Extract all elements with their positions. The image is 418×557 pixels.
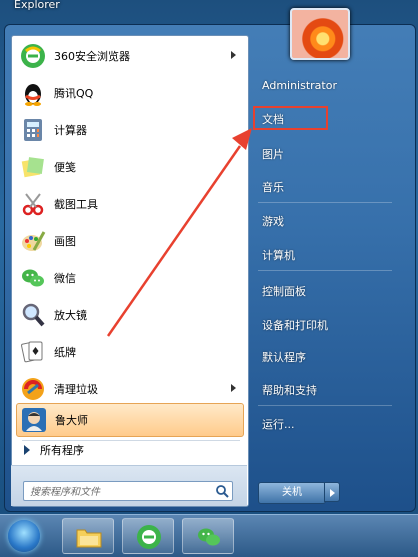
taskbar-360-browser-button[interactable]	[122, 518, 174, 554]
folder-icon	[76, 529, 102, 548]
start-orb-button[interactable]	[8, 520, 40, 552]
annotation-arrow	[106, 128, 252, 337]
browser-360-icon	[137, 525, 161, 549]
taskbar-wechat-button[interactable]	[182, 518, 234, 554]
wechat-icon	[198, 528, 220, 546]
taskbar-explorer-button[interactable]	[62, 518, 114, 554]
